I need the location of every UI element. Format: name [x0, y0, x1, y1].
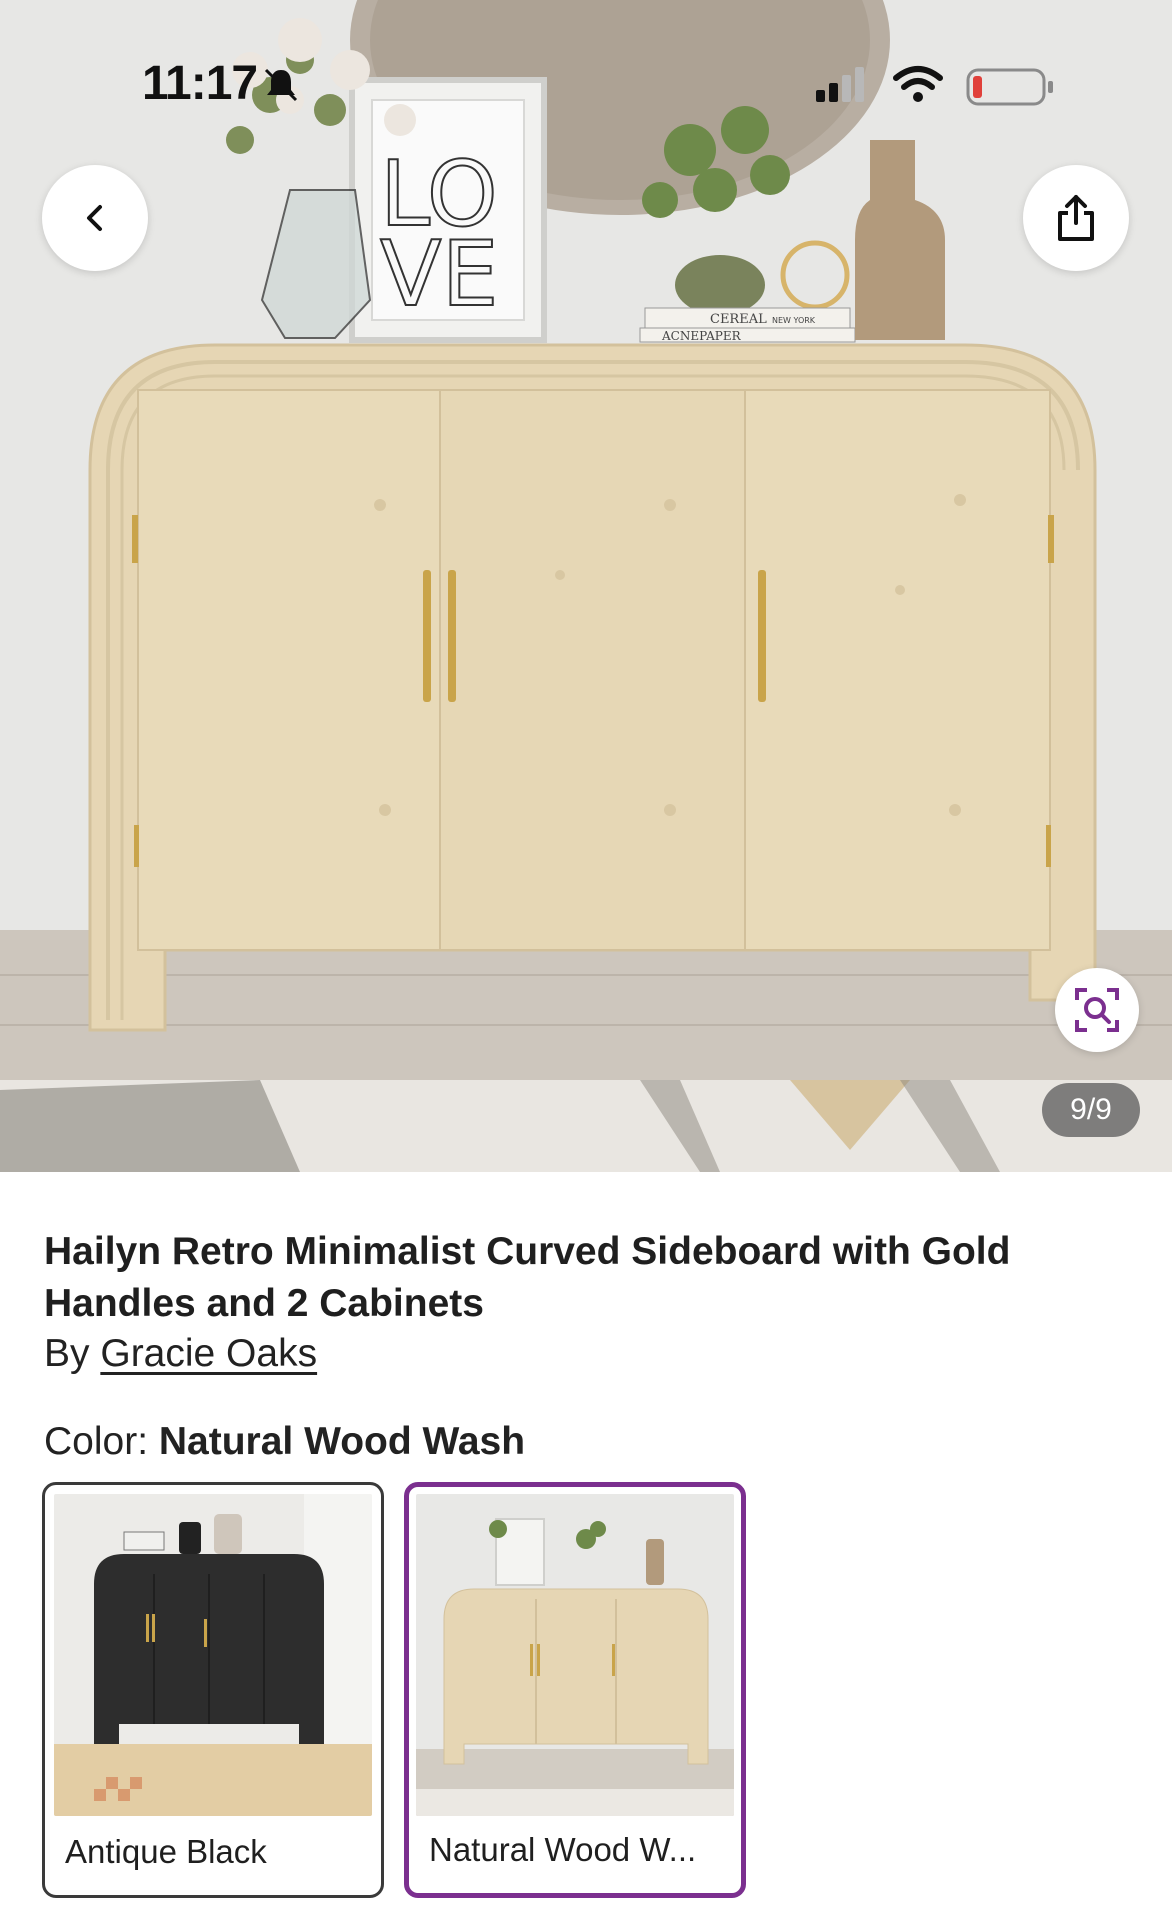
share-button[interactable] [1023, 165, 1129, 271]
signal-icon [816, 67, 864, 102]
status-icons [816, 66, 1053, 106]
back-button[interactable] [42, 165, 148, 271]
status-bar: 11:17 [0, 0, 1172, 130]
color-swatch-antique-black[interactable]: Antique Black [42, 1482, 384, 1898]
brand-prefix: By [44, 1332, 90, 1375]
wifi-icon [893, 66, 943, 102]
bell-slash-icon [264, 68, 298, 102]
color-swatch-natural-wood-wash[interactable]: Natural Wood W... [404, 1482, 746, 1898]
product-photo: LO VE CEREAL NEW YORK ACNEPAPER [0, 0, 1172, 1172]
battery-icon [966, 68, 1053, 106]
brand-link[interactable]: Gracie Oaks [100, 1332, 317, 1375]
brand-line: By Gracie Oaks [44, 1332, 317, 1376]
share-icon [1058, 195, 1094, 241]
color-label: Color: [44, 1420, 149, 1463]
svg-text:VE: VE [380, 222, 498, 327]
svg-text:ACNEPAPER: ACNEPAPER [661, 329, 742, 343]
color-option-label: Color: Natural Wood Wash [44, 1420, 525, 1464]
product-hero-image[interactable]: LO VE CEREAL NEW YORK ACNEPAPER 11:17 9/… [0, 0, 1172, 1172]
status-time: 11:17 [142, 57, 258, 110]
swatch-image [54, 1494, 372, 1816]
selected-color: Natural Wood Wash [158, 1420, 526, 1463]
swatch-label: Natural Wood W... [429, 1831, 697, 1868]
visual-search-icon [1075, 988, 1119, 1032]
image-counter: 9/9 [1042, 1083, 1140, 1137]
swatch-label: Antique Black [65, 1833, 267, 1870]
svg-text:NEW YORK: NEW YORK [772, 316, 816, 325]
back-chevron-icon [87, 205, 102, 231]
swatch-image [416, 1494, 734, 1816]
visual-search-button[interactable] [1055, 968, 1139, 1052]
svg-text:CEREAL: CEREAL [710, 312, 767, 327]
product-title: Hailyn Retro Minimalist Curved Sideboard… [44, 1230, 1011, 1325]
